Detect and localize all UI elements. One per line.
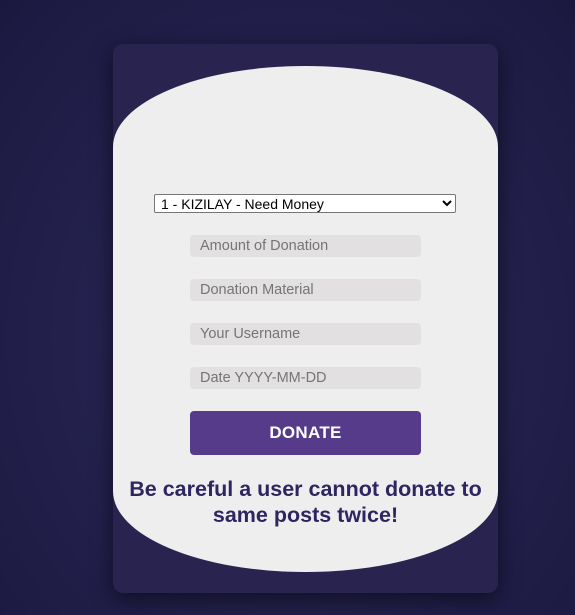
material-input[interactable] (190, 279, 421, 301)
amount-input[interactable] (190, 235, 421, 257)
donate-button[interactable]: DONATE (190, 411, 421, 455)
date-input[interactable] (190, 367, 421, 389)
donation-form: 1 - KIZILAY - Need Money DONATE Be caref… (113, 66, 498, 572)
donation-card: 1 - KIZILAY - Need Money DONATE Be caref… (113, 44, 498, 593)
post-select[interactable]: 1 - KIZILAY - Need Money (154, 194, 456, 213)
username-input[interactable] (190, 323, 421, 345)
warning-message: Be careful a user cannot donate to same … (129, 477, 482, 527)
